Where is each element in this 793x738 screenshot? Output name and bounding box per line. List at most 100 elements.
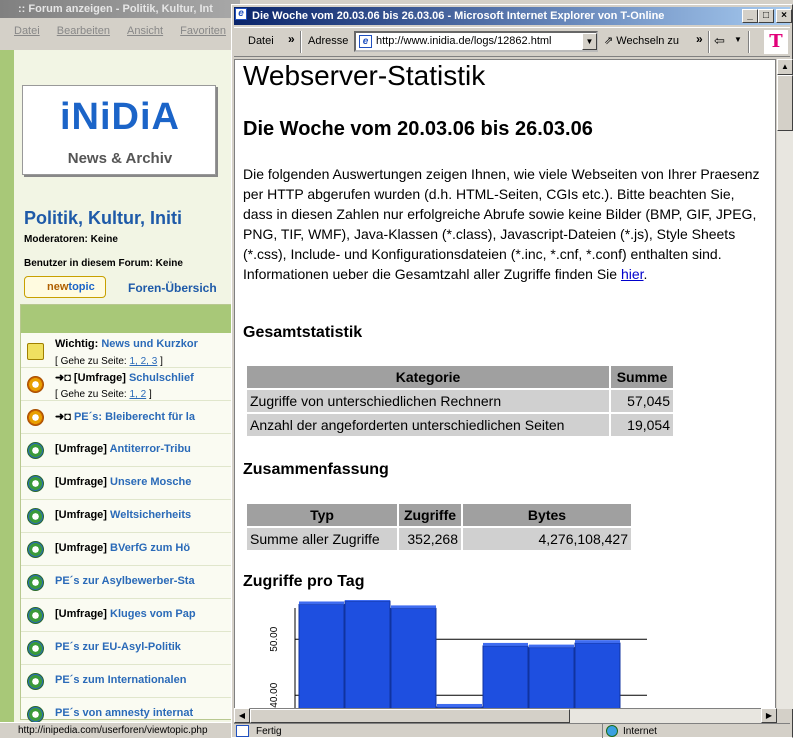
t-online-logo: T <box>764 30 788 54</box>
gesamt-header-kategorie: Kategorie <box>247 366 609 388</box>
forum-title[interactable]: Politik, Kultur, Initi <box>24 208 182 229</box>
topic-link[interactable]: Kluges vom Pap <box>110 608 196 620</box>
background-window-title: :: Forum anzeigen - Politik, Kultur, Int <box>0 0 240 18</box>
topic-row[interactable]: [Umfrage] Weltsicherheits <box>21 500 241 533</box>
close-button[interactable]: × <box>776 9 792 23</box>
topic-link[interactable]: PE´s zum Internationalen <box>55 674 186 686</box>
topic-folder-icon <box>27 706 44 723</box>
menu-favoriten[interactable]: Favoriten <box>180 25 226 37</box>
topic-folder-icon <box>27 475 44 492</box>
topic-folder-icon <box>27 574 44 591</box>
pages-label: Gehe zu Seite: <box>60 389 130 400</box>
topic-row[interactable]: ➜◘ PE´s: Bleiberecht für la <box>21 401 241 434</box>
topic-title[interactable]: [Umfrage] BVerfG zum Hö <box>55 542 245 554</box>
topic-link[interactable]: Unsere Mosche <box>110 476 191 488</box>
topic-row[interactable]: PE´s zur EU-Asyl-Politik <box>21 632 241 665</box>
zusammen-header-zugriffe: Zugriffe <box>399 504 461 526</box>
pages-links[interactable]: 1, 2, 3 <box>130 356 158 367</box>
address-dropdown-icon[interactable]: ▼ <box>582 33 597 50</box>
topic-row[interactable]: ➜◘ [Umfrage] Schulschlief [ Gehe zu Seite… <box>21 368 241 401</box>
topic-row[interactable]: [Umfrage] Antiterror-Tribu <box>21 434 241 467</box>
topic-title[interactable]: PE´s zur EU-Asyl-Politik <box>55 641 245 653</box>
go-button[interactable]: ⇗ Wechseln zu <box>604 31 694 52</box>
topic-title[interactable]: ➜◘ PE´s: Bleiberecht für la <box>55 410 245 423</box>
desktop: :: Forum anzeigen - Politik, Kultur, Int… <box>0 0 793 738</box>
ie-title-bar[interactable]: Die Woche vom 20.03.06 bis 26.03.06 - Mi… <box>234 7 790 25</box>
topic-row[interactable]: PE´s zur Asylbewerber-Sta <box>21 566 241 599</box>
menu-datei-ie[interactable]: Datei <box>248 35 274 47</box>
topic-link[interactable]: PE´s: Bleiberecht für la <box>74 411 195 423</box>
topic-row[interactable]: [Umfrage] BVerfG zum Hö <box>21 533 241 566</box>
topic-list-header <box>21 305 241 333</box>
topic-title[interactable]: [Umfrage] Unsere Mosche <box>55 476 245 488</box>
back-dropdown-icon[interactable]: ▼ <box>734 35 742 44</box>
daily-heading: Zugriffe pro Tag <box>243 573 365 590</box>
topic-link[interactable]: Schulschlief <box>129 372 194 384</box>
menu-chevron-icon[interactable]: » <box>288 32 295 46</box>
daily-hits-chart: 50.00 40.00 <box>269 600 647 708</box>
topic-link[interactable]: PE´s von amnesty internat <box>55 707 193 719</box>
menu-datei[interactable]: Datei <box>14 25 40 37</box>
logo-subtitle: News & Archiv <box>67 150 173 167</box>
topic-title[interactable]: [Umfrage] Antiterror-Tribu <box>55 443 245 455</box>
scroll-up-icon[interactable]: ▲ <box>777 59 793 75</box>
topic-title[interactable]: [Umfrage] Kluges vom Pap <box>55 608 245 620</box>
new-topic-button[interactable]: newtopic <box>24 276 106 298</box>
topic-row[interactable]: PE´s zum Internationalen <box>21 665 241 698</box>
chart-tick-label: 50.00 <box>269 626 280 651</box>
chart-bar-top <box>575 640 620 644</box>
topic-title[interactable]: Wichtig: News und Kurzkor <box>55 338 245 350</box>
links-chevron-icon[interactable]: » <box>696 32 703 46</box>
ie-window[interactable]: Die Woche vom 20.03.06 bis 26.03.06 - Mi… <box>231 4 793 738</box>
pages-links[interactable]: 1, 2 <box>130 389 147 400</box>
topic-title[interactable]: [Umfrage] Weltsicherheits <box>55 509 245 521</box>
topic-link[interactable]: PE´s zur EU-Asyl-Politik <box>55 641 181 653</box>
address-input[interactable]: e http://www.inidia.de/logs/12862.html ▼ <box>354 31 598 52</box>
topic-link[interactable]: BVerfG zum Hö <box>110 542 190 554</box>
minimize-button[interactable]: _ <box>742 9 758 23</box>
topic-row[interactable]: [Umfrage] Unsere Mosche <box>21 467 241 500</box>
site-logo[interactable]: iNiDiA News & Archiv <box>22 85 216 175</box>
topic-prefix: [Umfrage] <box>55 542 107 554</box>
topic-folder-icon <box>27 541 44 558</box>
topic-link[interactable]: News und Kurzkor <box>101 338 198 350</box>
forum-overview-link[interactable]: Foren-Übersich <box>128 281 217 295</box>
zusammen-heading: Zusammenfassung <box>243 461 389 478</box>
page-content[interactable]: Webserver-Statistik Die Woche vom 20.03.… <box>234 59 776 709</box>
maximize-button[interactable]: □ <box>758 9 774 23</box>
topic-folder-icon <box>27 607 44 624</box>
chart-bar <box>528 647 575 708</box>
menu-ansicht[interactable]: Ansicht <box>127 25 163 37</box>
topic-row[interactable]: Wichtig: News und Kurzkor [ Gehe zu Seite… <box>21 335 241 368</box>
menu-bearbeiten[interactable]: Bearbeiten <box>57 25 110 37</box>
toolbar-separator-3 <box>748 31 750 53</box>
back-arrow-icon[interactable]: ⇦ <box>714 33 725 49</box>
topic-prefix: [Umfrage] <box>55 476 107 488</box>
week-heading: Die Woche vom 20.03.06 bis 26.03.06 <box>243 118 593 140</box>
chart-tick-label: 40.00 <box>269 682 280 707</box>
topic-folder-icon <box>27 640 44 657</box>
scroll-right-icon[interactable]: ▶ <box>761 708 777 723</box>
horizontal-scrollbar[interactable]: ◀ ▶ <box>234 708 777 723</box>
logo-text: iNiDiA <box>60 96 180 138</box>
scroll-left-icon[interactable]: ◀ <box>234 708 250 723</box>
topic-folder-icon <box>27 442 44 459</box>
horizontal-scroll-thumb[interactable] <box>250 709 570 723</box>
topic-link[interactable]: Antiterror-Tribu <box>110 443 191 455</box>
topic-prefix: ➜◘ [Umfrage] <box>55 372 126 384</box>
topic-link[interactable]: PE´s zur Asylbewerber-Sta <box>55 575 195 587</box>
topic-row[interactable]: [Umfrage] Kluges vom Pap <box>21 599 241 632</box>
intro-link-hier[interactable]: hier <box>621 266 644 282</box>
zusammen-table: Typ Zugriffe Bytes Summe aller Zugriffe … <box>245 502 633 552</box>
topic-link[interactable]: Weltsicherheits <box>110 509 191 521</box>
go-arrow-icon: ⇗ <box>604 35 614 47</box>
vertical-scroll-thumb[interactable] <box>777 75 793 131</box>
chart-bar-top <box>437 703 482 707</box>
vertical-scrollbar[interactable]: ▲ <box>777 59 793 709</box>
topic-title[interactable]: ➜◘ [Umfrage] Schulschlief <box>55 371 245 384</box>
topic-title[interactable]: PE´s von amnesty internat <box>55 707 245 719</box>
topic-title[interactable]: PE´s zur Asylbewerber-Sta <box>55 575 245 587</box>
chart-bar-top <box>345 600 390 602</box>
zusammen-row1-zugriffe: 352,268 <box>399 528 461 550</box>
topic-title[interactable]: PE´s zum Internationalen <box>55 674 245 686</box>
